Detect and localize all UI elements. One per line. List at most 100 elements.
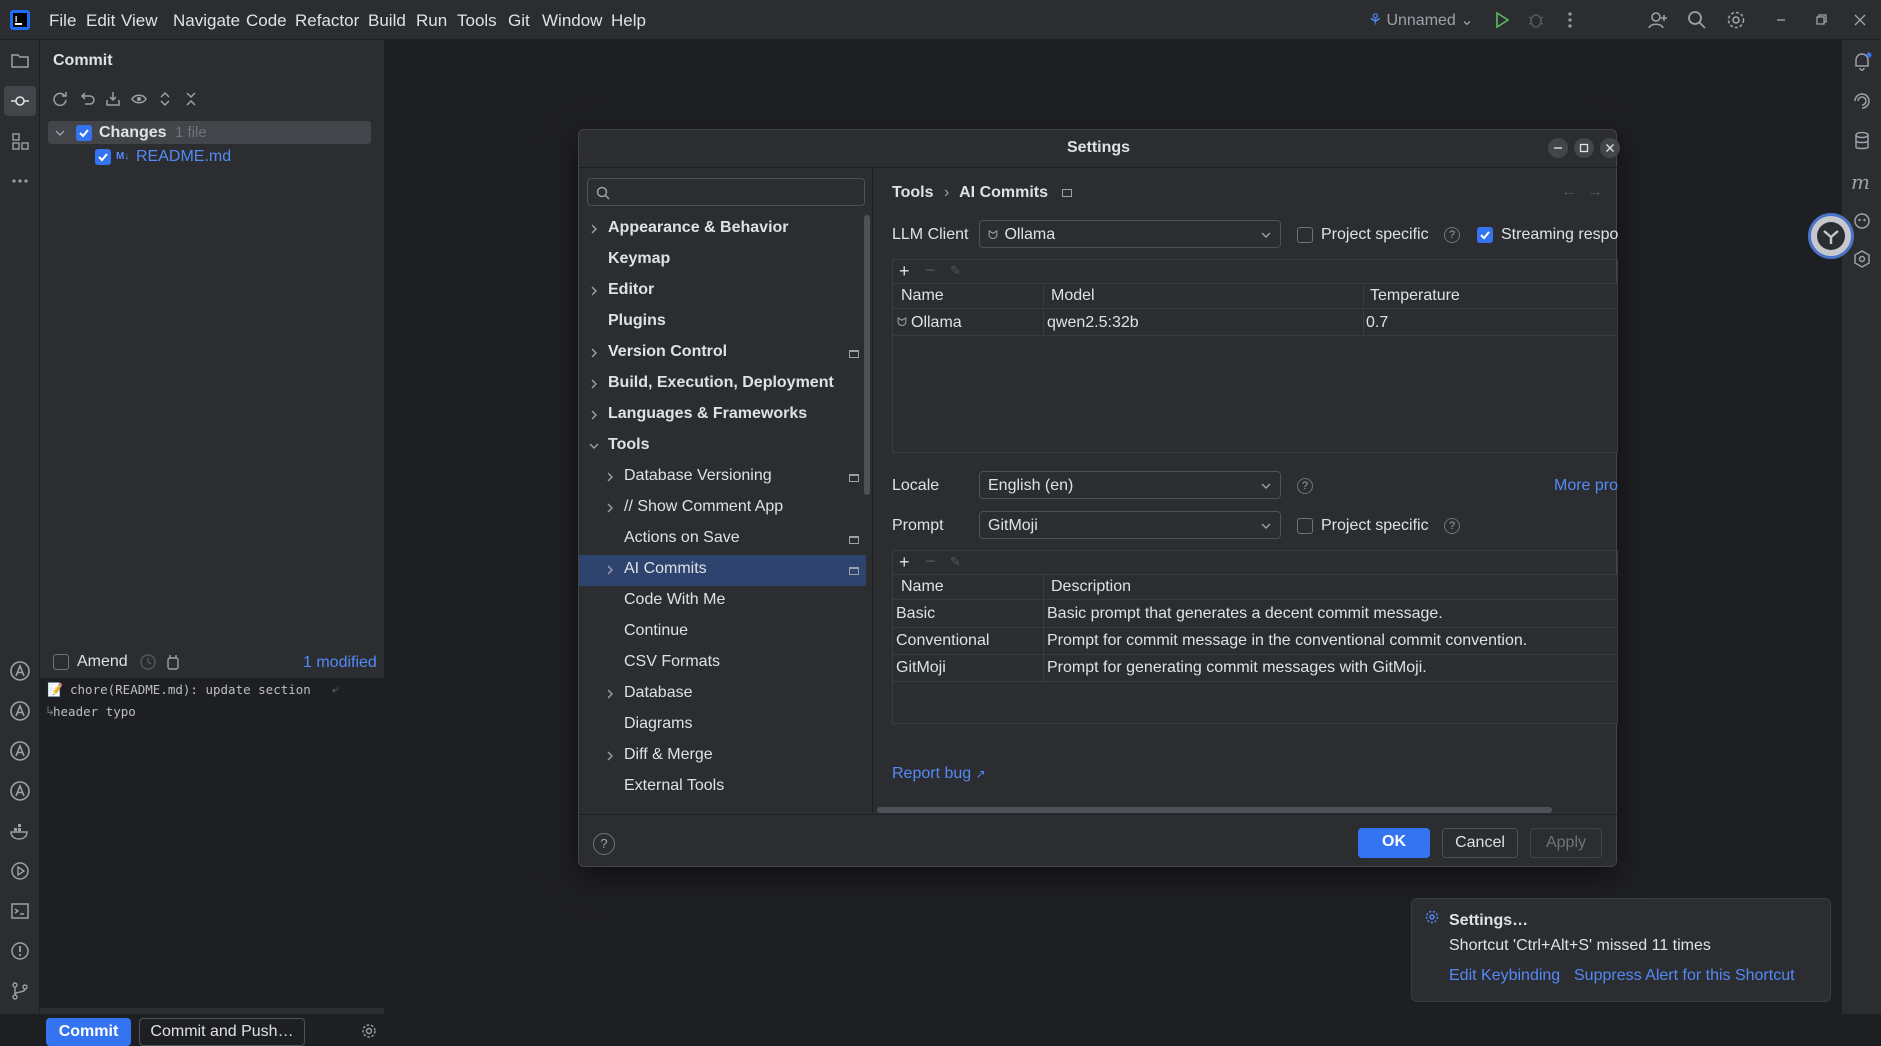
table-row[interactable]: Basic Basic prompt that generates a decen… bbox=[893, 601, 1617, 628]
table-row[interactable]: GitMoji Prompt for generating commit mess… bbox=[893, 655, 1617, 682]
chevron-right-icon[interactable] bbox=[588, 409, 600, 421]
streaming-label[interactable]: Streaming respo bbox=[1501, 226, 1618, 244]
table-row[interactable]: ᗢ Ollama qwen2.5:32b 0.7 bbox=[893, 310, 1617, 336]
restore-icon[interactable] bbox=[1810, 9, 1832, 31]
commit-options-gear-icon[interactable] bbox=[360, 1022, 378, 1040]
locale-combo[interactable]: English (en) bbox=[979, 471, 1281, 499]
run-config-selector[interactable]: ⚘ Unnamed ⌄ bbox=[1368, 10, 1474, 32]
cancel-button[interactable]: Cancel bbox=[1442, 828, 1518, 858]
changes-checkbox[interactable] bbox=[76, 125, 92, 141]
settings-tree-item[interactable] bbox=[579, 555, 866, 586]
menu-git[interactable]: Git bbox=[508, 11, 530, 31]
amend-label[interactable]: Amend bbox=[77, 653, 128, 671]
forward-arrow-icon[interactable]: → bbox=[1587, 183, 1603, 201]
dialog-help-icon[interactable]: ? bbox=[593, 833, 615, 855]
menu-code[interactable]: Code bbox=[246, 11, 287, 31]
dialog-close-button[interactable] bbox=[1600, 138, 1620, 158]
eye-icon[interactable] bbox=[130, 90, 148, 108]
chevron-right-icon[interactable] bbox=[588, 378, 600, 390]
settings-tree-item[interactable] bbox=[579, 648, 866, 679]
help-icon[interactable]: ? bbox=[1444, 227, 1460, 243]
chevron-right-icon[interactable] bbox=[604, 564, 616, 576]
remove-icon[interactable]: − bbox=[925, 260, 936, 281]
prompt-combo[interactable]: GitMoji bbox=[979, 511, 1281, 539]
chevron-right-icon[interactable] bbox=[604, 502, 616, 514]
chevron-down-icon[interactable] bbox=[54, 127, 66, 139]
modified-count-link[interactable]: 1 modified bbox=[303, 654, 377, 672]
chevron-right-icon[interactable] bbox=[604, 471, 616, 483]
notifications-bell-icon[interactable] bbox=[1851, 50, 1873, 72]
breadcrumb-parent[interactable]: Tools bbox=[892, 184, 933, 201]
back-arrow-icon[interactable]: ← bbox=[1561, 183, 1577, 201]
ai-commit-generate-icon[interactable] bbox=[164, 653, 182, 671]
search-icon[interactable] bbox=[1686, 9, 1708, 31]
dialog-maximize-button[interactable] bbox=[1574, 138, 1594, 158]
problems-icon[interactable] bbox=[9, 940, 31, 962]
col-header-model[interactable]: Model bbox=[1051, 287, 1095, 305]
ai-assistant-icon[interactable] bbox=[9, 660, 31, 682]
database-icon[interactable] bbox=[1851, 130, 1873, 152]
expand-all-icon[interactable] bbox=[156, 90, 174, 108]
commit-and-push-button[interactable]: Commit and Push… bbox=[139, 1018, 305, 1046]
plugin-hex-icon[interactable] bbox=[1851, 248, 1873, 270]
more-tools-icon[interactable] bbox=[9, 170, 31, 192]
settings-search-field[interactable] bbox=[587, 178, 865, 206]
terminal-icon[interactable] bbox=[9, 900, 31, 922]
dialog-minimize-button[interactable] bbox=[1548, 138, 1568, 158]
commit-button[interactable]: Commit bbox=[46, 1018, 131, 1046]
project-specific-label[interactable]: Project specific bbox=[1321, 226, 1429, 244]
structure-icon[interactable] bbox=[9, 130, 31, 152]
prompt-project-specific-checkbox[interactable] bbox=[1297, 518, 1313, 534]
menu-view[interactable]: View bbox=[121, 11, 158, 31]
ai-plugin-icon-3[interactable] bbox=[9, 740, 31, 762]
refresh-icon[interactable] bbox=[51, 90, 69, 108]
menu-tools[interactable]: Tools bbox=[457, 11, 497, 31]
menu-help[interactable]: Help bbox=[611, 11, 646, 31]
chevron-right-icon[interactable] bbox=[588, 347, 600, 359]
run-icon[interactable] bbox=[1491, 9, 1513, 31]
menu-run[interactable]: Run bbox=[416, 11, 447, 31]
file-checkbox[interactable] bbox=[95, 149, 111, 165]
minimize-icon[interactable] bbox=[1770, 9, 1792, 31]
shelve-icon[interactable] bbox=[104, 90, 122, 108]
chevron-right-icon[interactable] bbox=[588, 223, 600, 235]
menu-refactor[interactable]: Refactor bbox=[295, 11, 359, 31]
edit-keybinding-link[interactable]: Edit Keybinding bbox=[1449, 967, 1560, 985]
edit-icon[interactable]: ✎ bbox=[950, 263, 961, 279]
chevron-down-icon[interactable] bbox=[588, 440, 600, 452]
project-folder-icon[interactable] bbox=[9, 50, 31, 72]
report-bug-link[interactable]: Report bug ↗ bbox=[892, 765, 986, 783]
add-icon[interactable]: + bbox=[899, 552, 910, 573]
suppress-alert-link[interactable]: Suppress Alert for this Shortcut bbox=[1574, 967, 1795, 985]
rollback-icon[interactable] bbox=[78, 90, 96, 108]
git-branch-icon[interactable] bbox=[9, 980, 31, 1002]
add-icon[interactable]: + bbox=[899, 261, 910, 282]
copilot-icon[interactable] bbox=[1851, 210, 1873, 232]
content-hscrollbar[interactable] bbox=[877, 807, 1552, 813]
col-header-name[interactable]: Name bbox=[901, 287, 944, 305]
chevron-right-icon[interactable] bbox=[604, 688, 616, 700]
col-header-description[interactable]: Description bbox=[1051, 578, 1131, 596]
col-header-name[interactable]: Name bbox=[901, 578, 944, 596]
changes-group-row[interactable] bbox=[48, 121, 371, 144]
collapse-all-icon[interactable] bbox=[182, 90, 200, 108]
settings-tree-item[interactable] bbox=[579, 710, 866, 741]
ai-plugin-icon-4[interactable] bbox=[9, 780, 31, 802]
apply-button[interactable]: Apply bbox=[1530, 828, 1602, 858]
streaming-checkbox[interactable] bbox=[1477, 227, 1493, 243]
remove-icon[interactable]: − bbox=[925, 551, 936, 572]
menu-file[interactable]: File bbox=[49, 11, 76, 31]
edit-icon[interactable]: ✎ bbox=[950, 554, 961, 570]
chevron-right-icon[interactable] bbox=[604, 750, 616, 762]
settings-tree-item[interactable] bbox=[579, 617, 866, 648]
prompt-project-specific-label[interactable]: Project specific bbox=[1321, 517, 1429, 535]
col-header-temperature[interactable]: Temperature bbox=[1370, 287, 1460, 305]
history-icon[interactable] bbox=[139, 653, 157, 671]
help-icon[interactable]: ? bbox=[1444, 518, 1460, 534]
commit-message-editor[interactable]: 📝 chore(README.md): update section ⤶ ↳ h… bbox=[40, 678, 385, 1008]
docker-icon[interactable] bbox=[9, 820, 31, 842]
llm-client-combo[interactable]: ᗢ Ollama bbox=[979, 220, 1281, 248]
menu-build[interactable]: Build bbox=[368, 11, 406, 31]
settings-search-input[interactable] bbox=[616, 182, 856, 202]
project-specific-checkbox[interactable] bbox=[1297, 227, 1313, 243]
